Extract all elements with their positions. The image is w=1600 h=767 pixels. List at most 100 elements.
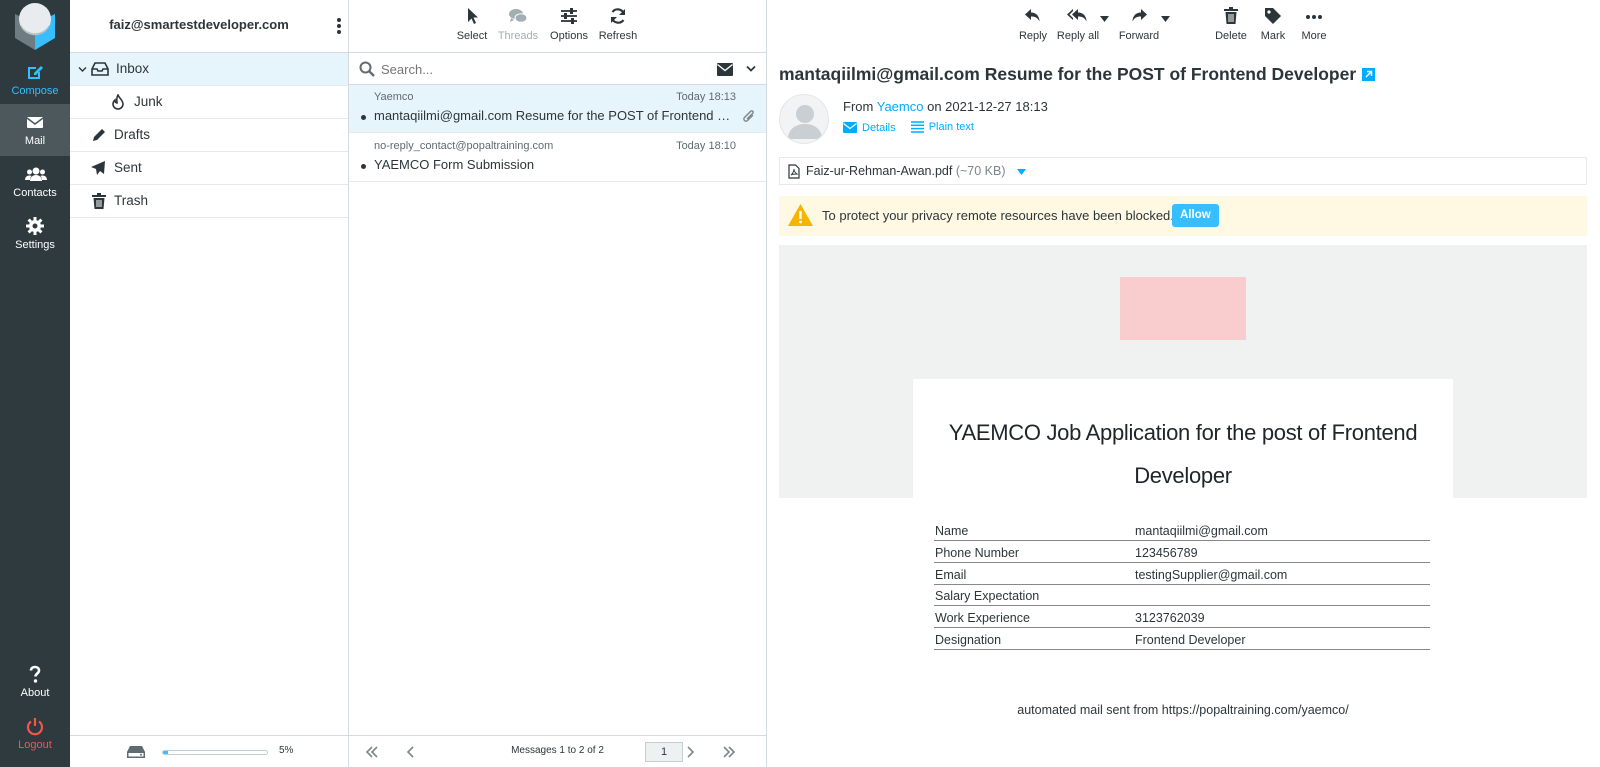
- blocked-image-placeholder: [1120, 277, 1246, 340]
- plain-text-link[interactable]: Plain text: [910, 121, 974, 133]
- application-card: YAEMCO Job Application for the post of F…: [913, 379, 1453, 670]
- account-email: faiz@smartestdeveloper.com: [109, 17, 289, 32]
- delete-label: Delete: [1215, 30, 1247, 42]
- folder-junk[interactable]: Junk: [70, 86, 348, 119]
- external-link-icon[interactable]: [1362, 68, 1376, 81]
- folder-header: faiz@smartestdeveloper.com: [70, 0, 348, 53]
- more-button[interactable]: More: [1298, 6, 1330, 42]
- message-view-panel: Reply Reply all Forward Delete Mark More…: [767, 0, 1600, 767]
- folder-sent[interactable]: Sent: [70, 152, 348, 185]
- chevron-down-icon[interactable]: [746, 65, 756, 73]
- sender-avatar: [779, 94, 829, 144]
- threads-label: Threads: [497, 30, 539, 42]
- question-icon: [25, 664, 45, 684]
- app-logo[interactable]: [8, 2, 62, 52]
- field-label: Phone Number: [934, 540, 1134, 563]
- mail-nav-button[interactable]: Mail: [0, 104, 70, 156]
- warning-icon: [787, 203, 814, 227]
- folder-trash[interactable]: Trash: [70, 185, 348, 218]
- quota-fill: [163, 751, 169, 754]
- options-label: Options: [550, 30, 588, 42]
- details-link[interactable]: Details: [843, 122, 896, 134]
- app-nav: Compose Mail Contacts Settings About Log…: [0, 0, 70, 767]
- refresh-button[interactable]: Refresh: [596, 6, 640, 42]
- table-row: Work Experience 3123762039: [934, 605, 1430, 628]
- field-label: Salary Expectation: [934, 584, 1134, 607]
- envelope-filter-icon[interactable]: [717, 63, 733, 76]
- contacts-label: Contacts: [13, 187, 57, 199]
- select-button[interactable]: Select: [454, 6, 490, 42]
- folder-inbox[interactable]: Inbox: [70, 53, 348, 86]
- search-bar: [349, 52, 766, 85]
- pagination: Messages 1 to 2 of 2 1: [349, 735, 766, 767]
- folder-drafts[interactable]: Drafts: [70, 119, 348, 152]
- list-toolbar: Select Threads Options Refresh: [349, 0, 766, 52]
- mark-button[interactable]: Mark: [1257, 6, 1289, 42]
- hard-drive-icon: [127, 746, 145, 758]
- settings-nav-button[interactable]: Settings: [0, 208, 70, 260]
- message-row[interactable]: Yaemco Today 18:13 mantaqiilmi@gmail.com…: [349, 85, 766, 133]
- folder-label: Trash: [114, 193, 149, 208]
- mail-label: Mail: [24, 135, 46, 147]
- message-count: Messages 1 to 2 of 2: [511, 745, 604, 756]
- compose-label: Compose: [11, 85, 59, 97]
- contacts-nav-button[interactable]: Contacts: [0, 156, 70, 208]
- pencil-icon: [91, 127, 109, 143]
- unread-dot: [361, 164, 366, 169]
- options-button[interactable]: Options: [548, 6, 590, 42]
- reply-button[interactable]: Reply: [1017, 6, 1049, 42]
- forward-button[interactable]: Forward: [1117, 6, 1161, 42]
- field-value: mantaqiilmi@gmail.com: [1134, 519, 1430, 542]
- page-number-input[interactable]: 1: [645, 742, 683, 762]
- allow-button[interactable]: Allow: [1172, 204, 1219, 227]
- quota-percent: 5%: [279, 745, 294, 756]
- folder-panel: faiz@smartestdeveloper.com Inbox Junk Dr…: [70, 0, 349, 767]
- folder-label: Drafts: [114, 127, 151, 142]
- message-row[interactable]: no-reply_contact@popaltraining.com Today…: [349, 134, 766, 182]
- field-label: Designation: [934, 627, 1134, 650]
- from-prefix: From: [843, 99, 874, 114]
- folder-label: Junk: [134, 94, 163, 109]
- compose-icon: [25, 62, 45, 82]
- message-list-panel: Select Threads Options Refresh Search...…: [349, 0, 767, 767]
- search-input[interactable]: [381, 59, 701, 79]
- collapse-toggle-icon[interactable]: [78, 65, 87, 74]
- mark-label: Mark: [1260, 30, 1286, 42]
- select-label: Select: [456, 30, 488, 42]
- paper-plane-icon: [90, 160, 108, 176]
- sliders-icon: [559, 6, 579, 26]
- logout-button[interactable]: Logout: [0, 708, 70, 760]
- about-nav-button[interactable]: About: [0, 656, 70, 708]
- forward-icon: [1129, 6, 1149, 26]
- reply-all-dropdown[interactable]: [1100, 16, 1112, 22]
- refresh-icon: [608, 6, 628, 26]
- delete-button[interactable]: Delete: [1213, 6, 1249, 42]
- from-line: From Yaemco on 2021-12-27 18:13: [843, 99, 1048, 114]
- reply-all-button[interactable]: Reply all: [1056, 6, 1100, 42]
- refresh-label: Refresh: [598, 30, 638, 42]
- table-row: Name mantaqiilmi@gmail.com: [934, 519, 1430, 542]
- trash-icon: [1221, 6, 1241, 26]
- table-row: Phone Number 123456789: [934, 540, 1430, 563]
- message-from: Yaemco: [374, 91, 414, 103]
- last-page-icon[interactable]: [722, 745, 736, 759]
- field-value: testingSupplier@gmail.com: [1134, 562, 1430, 585]
- inbox-icon: [91, 61, 109, 77]
- caret-down-icon: [1100, 16, 1109, 22]
- next-page-icon[interactable]: [683, 745, 697, 759]
- application-table: Name mantaqiilmi@gmail.com Phone Number 123…: [934, 519, 1430, 650]
- folder-label: Inbox: [116, 61, 150, 76]
- sender-link[interactable]: Yaemco: [877, 99, 924, 114]
- threads-button[interactable]: Threads: [495, 6, 541, 42]
- message-date: Today 18:13: [676, 91, 736, 103]
- details-label: Details: [862, 121, 896, 134]
- attachment-menu-icon[interactable]: [1017, 169, 1026, 175]
- message-header: mantaqiilmi@gmail.com Resume for the POS…: [779, 64, 1579, 85]
- compose-button[interactable]: Compose: [0, 54, 70, 106]
- attachment-item[interactable]: Faiz-ur-Rehman-Awan.pdf (~70 KB): [779, 157, 1587, 185]
- envelope-icon: [25, 112, 45, 132]
- card-title: YAEMCO Job Application for the post of F…: [948, 420, 1418, 488]
- forward-dropdown[interactable]: [1161, 16, 1173, 22]
- kebab-menu-icon[interactable]: [336, 16, 342, 36]
- cursor-icon: [462, 6, 482, 26]
